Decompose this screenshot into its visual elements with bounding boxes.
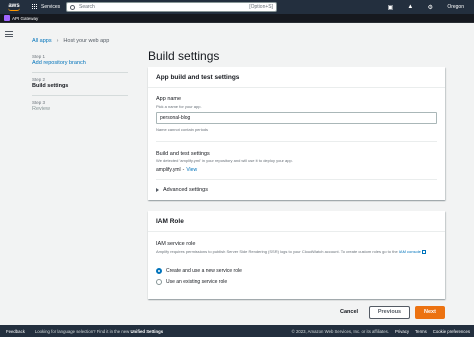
privacy-link[interactable]: Privacy bbox=[395, 329, 409, 334]
step-3: Step 3 Review bbox=[32, 100, 132, 113]
page-title: Build settings bbox=[148, 49, 220, 63]
panel-header: App build and test settings bbox=[148, 67, 445, 88]
yml-separator: - bbox=[182, 167, 185, 173]
search-placeholder: Search bbox=[79, 4, 95, 10]
top-nav: aws Services Search [Option+S] ▣ ▲ ⚙ Ore… bbox=[0, 0, 474, 14]
next-button[interactable]: Next bbox=[415, 306, 445, 319]
step-2: Step 2 Build settings bbox=[32, 77, 132, 90]
language-notice: Looking for language selection? Find it … bbox=[35, 329, 163, 334]
step-divider bbox=[32, 95, 128, 96]
caret-right-icon bbox=[156, 188, 159, 192]
step-label-review: Review bbox=[32, 106, 51, 112]
step-divider bbox=[32, 72, 128, 73]
previous-button[interactable]: Previous bbox=[369, 306, 410, 319]
iam-role-panel: IAM Role IAM service role Amplify requir… bbox=[148, 211, 445, 299]
iam-console-link[interactable]: IAM console bbox=[399, 249, 426, 254]
footer: Feedback Looking for language selection?… bbox=[0, 325, 474, 337]
build-settings-label: Build and test settings bbox=[156, 151, 210, 157]
breadcrumb-all-apps[interactable]: All apps bbox=[32, 38, 52, 44]
notifications-icon[interactable]: ▲ bbox=[403, 0, 417, 14]
step-label-build-settings: Build settings bbox=[32, 83, 69, 89]
services-menu-button[interactable]: Services bbox=[32, 0, 60, 14]
radio-unselected-icon bbox=[156, 279, 162, 285]
app-name-label: App name bbox=[156, 96, 182, 102]
language-notice-text: Looking for language selection? Find it … bbox=[34, 328, 130, 334]
step-link-add-repository-branch[interactable]: Add repository branch bbox=[32, 60, 132, 67]
yml-view-link[interactable]: View bbox=[186, 167, 197, 173]
grid-icon bbox=[32, 4, 38, 10]
radio-label: Use an existing service role bbox=[166, 279, 228, 285]
services-label: Services bbox=[41, 4, 61, 10]
copyright: © 2023, Amazon Web Services, Inc. or its… bbox=[291, 328, 389, 334]
iam-service-role-description: Amplify requires permissions to publish … bbox=[156, 249, 441, 255]
search-shortcut: [Option+S] bbox=[249, 4, 273, 10]
breadcrumb: All apps › Host your web app bbox=[32, 38, 109, 44]
api-gateway-icon bbox=[4, 15, 10, 21]
aws-smile-icon bbox=[8, 8, 20, 11]
radio-create-new-role[interactable]: Create and use a new service role bbox=[156, 268, 242, 274]
divider bbox=[156, 179, 437, 180]
app-name-description: Pick a name for your app. bbox=[156, 104, 202, 109]
aws-logo[interactable]: aws bbox=[4, 0, 24, 14]
api-gateway-link[interactable]: API Gateway bbox=[12, 16, 38, 21]
footer-right: © 2023, Amazon Web Services, Inc. or its… bbox=[286, 329, 474, 334]
search-input[interactable]: Search [Option+S] bbox=[66, 2, 277, 12]
radio-selected-icon bbox=[156, 268, 162, 274]
unified-settings-link[interactable]: Unified Settings bbox=[130, 329, 163, 334]
radio-label: Create and use a new service role bbox=[166, 268, 242, 274]
panel-header: IAM Role bbox=[148, 211, 445, 232]
service-favorites-bar: API Gateway bbox=[0, 14, 474, 23]
cloudshell-icon[interactable]: ▣ bbox=[383, 0, 397, 14]
menu-icon[interactable] bbox=[5, 31, 13, 37]
terms-link[interactable]: Terms bbox=[415, 329, 427, 334]
app-name-constraint: Name cannot contain periods bbox=[156, 127, 209, 132]
cookie-preferences-link[interactable]: Cookie preferences bbox=[433, 329, 470, 334]
settings-icon[interactable]: ⚙ bbox=[423, 0, 437, 14]
app-build-settings-panel: App build and test settings App name Pic… bbox=[148, 67, 445, 200]
cancel-button[interactable]: Cancel bbox=[334, 306, 364, 319]
feedback-link[interactable]: Feedback bbox=[6, 329, 25, 334]
chevron-right-icon: › bbox=[56, 38, 59, 44]
radio-use-existing-role[interactable]: Use an existing service role bbox=[156, 279, 227, 285]
advanced-settings-label: Advanced settings bbox=[163, 187, 208, 193]
build-settings-description: We detected 'amplify.yml' in your reposi… bbox=[156, 158, 293, 163]
app-name-input[interactable]: personal-blog bbox=[156, 112, 437, 124]
external-link-icon bbox=[421, 249, 426, 254]
iam-console-link-text: IAM console bbox=[398, 249, 421, 254]
divider bbox=[156, 141, 437, 142]
search-icon bbox=[70, 4, 75, 10]
iam-service-role-label: IAM service role bbox=[156, 241, 196, 247]
yml-filename: amplify.yml bbox=[156, 167, 181, 173]
step-1: Step 1 Add repository branch bbox=[32, 54, 132, 67]
yml-row: amplify.yml - View bbox=[156, 167, 197, 173]
region-selector[interactable]: Oregon bbox=[447, 4, 464, 10]
advanced-settings-toggle[interactable]: Advanced settings bbox=[156, 187, 208, 193]
breadcrumb-current: Host your web app bbox=[63, 38, 110, 44]
iam-description-text: Amplify requires permissions to publish … bbox=[156, 249, 398, 254]
wizard-steps: Step 1 Add repository branch Step 2 Buil… bbox=[32, 54, 132, 118]
nav-right: ▣ ▲ ⚙ Oregon bbox=[377, 0, 474, 14]
